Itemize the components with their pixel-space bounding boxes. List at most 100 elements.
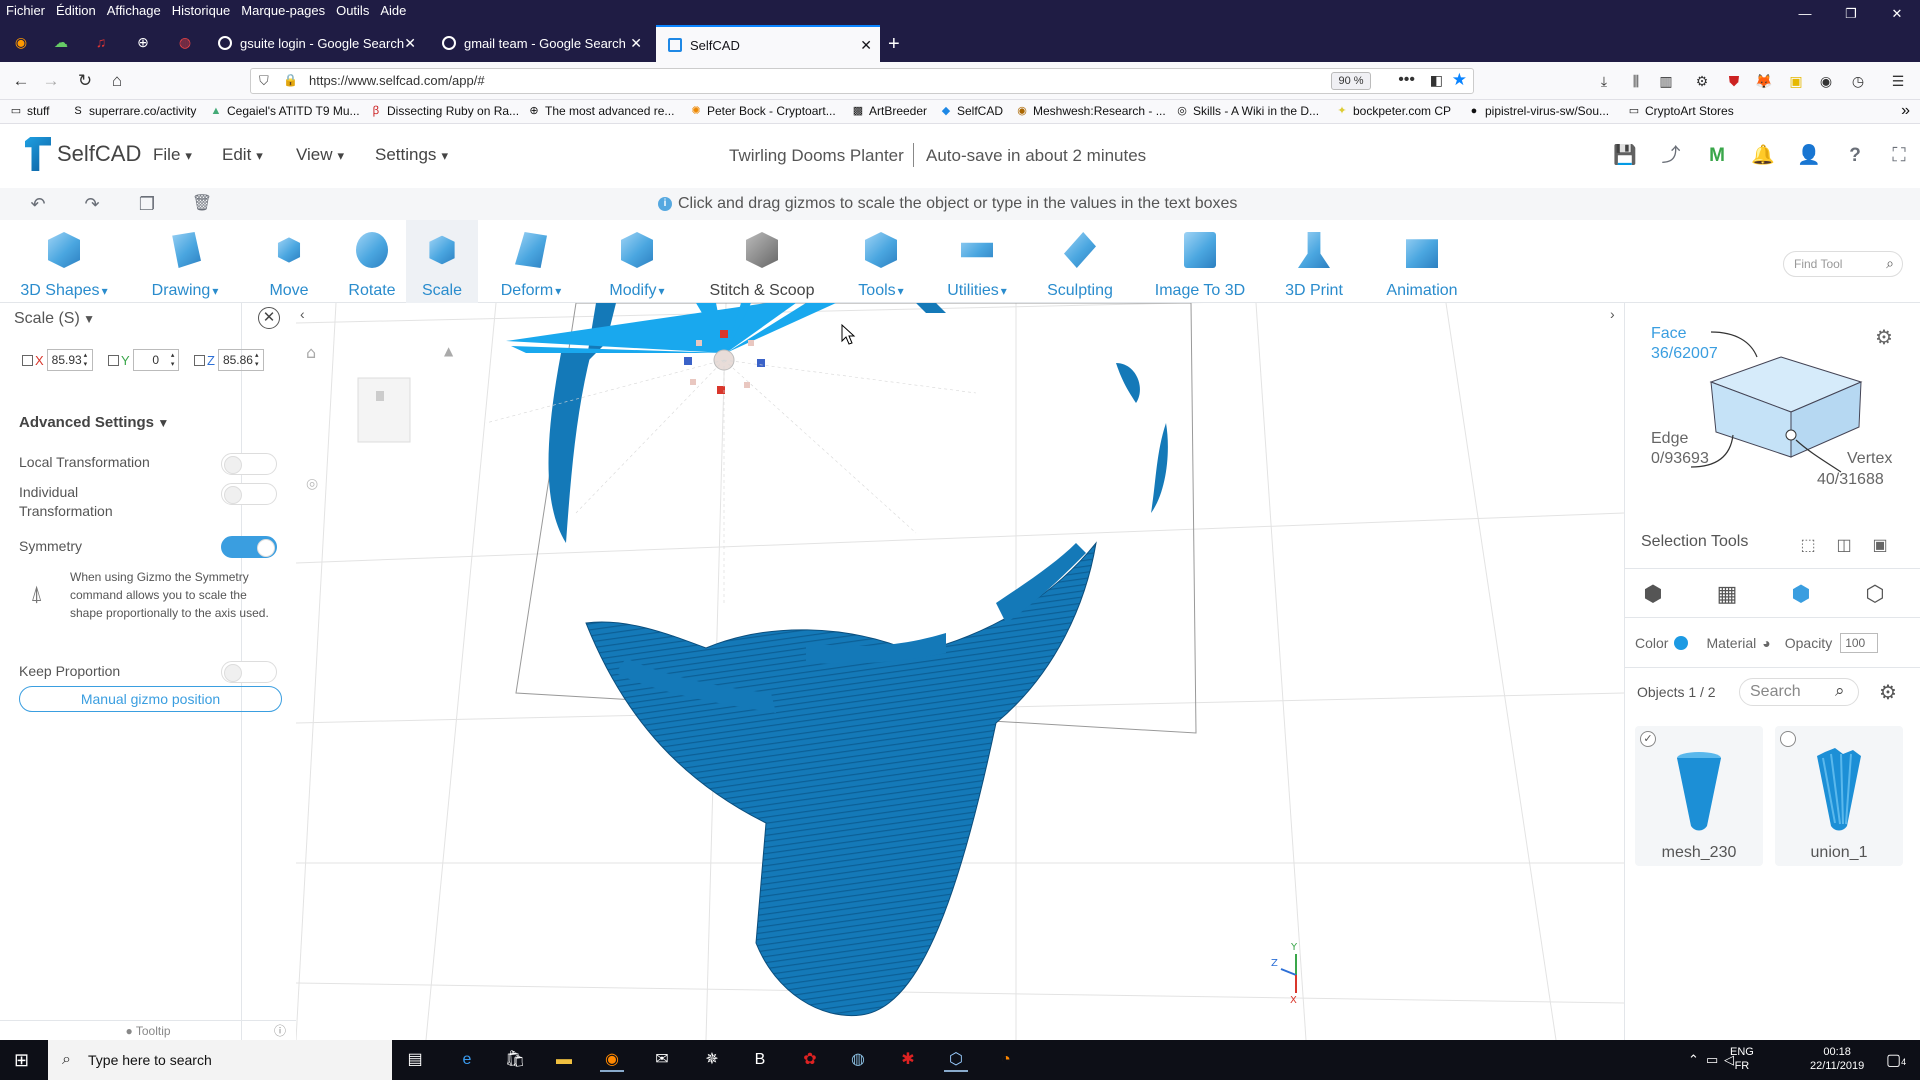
extension-icon[interactable]: ⚙ [1692,71,1712,91]
tool-animation[interactable]: Animation [1376,220,1468,303]
tool-utilities[interactable]: Utilities [936,220,1018,303]
tool-stitch-scoop[interactable]: Stitch & Scoop [702,220,822,303]
lock-icon[interactable]: 🔒 [283,73,298,87]
bookmark-artbreeder[interactable]: ▩ ArtBreeder [852,104,927,118]
tool-3d-shapes[interactable]: 3D Shapes [14,220,114,303]
3d-viewport[interactable]: ⌂ ▲ ◎ Y Z X [296,303,1624,1040]
box-select-icon[interactable]: ⬚ [1797,535,1819,557]
library-icon[interactable]: ⫼ [1626,71,1646,91]
transparent-mode-icon[interactable]: ⬢ [1787,581,1815,607]
z-value-input[interactable]: 85.86 [217,349,264,371]
tab-close-icon[interactable]: ✕ [860,37,872,54]
sidebar-icon[interactable]: ▥ [1656,71,1676,91]
menu-edition[interactable]: Édition [56,3,96,18]
copy-icon[interactable]: ❐ [135,192,159,216]
tool-sculpting[interactable]: Sculpting [1040,220,1120,303]
page-actions-icon[interactable]: ••• [1398,71,1415,89]
tray-chevron-icon[interactable]: ⌃ [1688,1052,1699,1068]
object-card-union-1[interactable]: union_1 [1775,726,1903,866]
menu-aide[interactable]: Aide [380,3,406,18]
tab-gsuite-login[interactable]: gsuite login - Google Search ✕ [206,27,424,59]
task-view-icon[interactable]: ▤ [403,1048,427,1072]
scene-canvas[interactable]: ⌂ ▲ ◎ Y Z X [296,303,1624,1040]
m-icon[interactable]: M [1704,143,1730,169]
bookmark-pipistrel[interactable]: ● pipistrel-virus-sw/Sou... [1468,104,1609,118]
object-checkbox[interactable]: ✓ [1640,731,1656,747]
tab-close-icon[interactable]: ✕ [630,35,642,52]
info-icon[interactable]: ⓘ [274,1021,286,1041]
tooltip-bar[interactable]: ● Tooltip ⓘ [0,1020,296,1040]
selfcad-taskbar-icon[interactable]: ⬡ [944,1048,968,1072]
clock[interactable]: 00:18 22/11/2019 [1810,1045,1864,1073]
object-checkbox[interactable] [1780,731,1796,747]
undo-icon[interactable]: ↶ [26,192,50,216]
x-axis-checkbox[interactable] [22,354,33,366]
tab-close-icon[interactable]: ✕ [404,35,416,52]
home-icon[interactable]: ⌂ [104,69,130,93]
document-title[interactable]: Twirling Dooms Planter [729,146,904,166]
redo-icon[interactable]: ↷ [80,192,104,216]
ublock-icon[interactable]: ⛊ [1724,71,1744,91]
opacity-input[interactable]: 100 [1840,633,1879,653]
account-icon[interactable]: ◉ [1816,71,1836,91]
manual-gizmo-position-button[interactable]: Manual gizmo position [19,686,282,712]
solid-mode-icon[interactable]: ⬢ [1639,581,1667,607]
reload-icon[interactable]: ↻ [72,69,98,93]
view-cube[interactable] [357,377,411,443]
tool-modify[interactable]: Modify [600,220,674,303]
material-icon[interactable]: ◕ [1762,635,1770,651]
zoom-indicator[interactable]: 90 % [1331,72,1371,90]
hamburger-menu-icon[interactable]: ☰ [1888,71,1908,91]
chevron-more-icon[interactable]: » [1901,102,1910,120]
brave-icon[interactable]: B [748,1048,772,1072]
tool-rotate[interactable]: Rotate [334,220,410,303]
user-icon[interactable]: 👤 [1796,143,1822,169]
collapse-right-icon[interactable]: › [1610,306,1615,322]
shield-icon[interactable]: ⛉ [259,73,269,89]
clock-icon[interactable]: ◷ [1848,71,1868,91]
bookmark-cryptoart-stores[interactable]: ▭ CryptoArt Stores [1628,104,1734,118]
bookmark-superrare[interactable]: Ssuperrare.co/activity [72,104,196,118]
trash-icon[interactable]: 🗑 [190,192,214,216]
bookmark-star-icon[interactable]: ★ [1452,70,1467,90]
notes-icon[interactable]: ▣ [1786,71,1806,91]
local-transformation-toggle[interactable] [221,453,277,475]
find-tool-input[interactable]: Find Tool ⌕ [1783,251,1903,277]
taskbar-search-input[interactable]: ⌕ Type here to search [48,1040,392,1080]
language-indicator[interactable]: ENG FR [1730,1045,1754,1073]
save-icon[interactable]: 💾 [1612,143,1638,169]
search-icon[interactable]: ⌕ [1835,681,1845,701]
tool-deform[interactable]: Deform [494,220,568,303]
tool-image-to-3d[interactable]: Image To 3D [1146,220,1254,303]
windows-start-icon[interactable]: ⊞ [14,1050,29,1071]
globe-pinned-icon[interactable]: ⊕ [130,29,156,55]
spider-icon[interactable]: ✱ [896,1048,920,1072]
firefox-taskbar-icon[interactable]: ◉ [600,1048,624,1072]
url-bar[interactable]: ⛉ 🔒 https://www.selfcad.com/app/# 90 % •… [250,68,1474,94]
tab-selfcad[interactable]: SelfCAD ✕ [656,25,880,63]
tool-move[interactable]: Move [254,220,324,303]
bookmark-cegaiel[interactable]: ▲ Cegaiel's ATITD T9 Mu... [210,104,360,118]
cloud-pinned-icon[interactable]: ☁ [48,29,74,55]
tool-3d-print[interactable]: 3D Print [1274,220,1354,303]
fullscreen-icon[interactable]: ⛶ [1886,143,1912,169]
menu-outils[interactable]: Outils [336,3,369,18]
bookmark-most-advanced[interactable]: ⊕ The most advanced re... [528,104,674,118]
menu-fichier[interactable]: Fichier [6,3,45,18]
tool-tools[interactable]: Tools [844,220,918,303]
edge-browser-icon[interactable]: e [455,1048,479,1072]
raspberry-icon[interactable]: ✿ [798,1048,822,1072]
back-icon[interactable]: ← [8,69,34,93]
object-card-mesh-230[interactable]: ✓ mesh_230 [1635,726,1763,866]
notifications-icon[interactable]: ▢4 [1886,1050,1906,1070]
tool-scale[interactable]: Scale [406,220,478,303]
lastfm-pinned-icon[interactable]: ♫ [88,29,114,55]
steam-icon[interactable]: ◍ [846,1048,870,1072]
help-icon[interactable]: ? [1842,143,1868,169]
file-explorer-icon[interactable]: ▬ [552,1048,576,1072]
file-menu[interactable]: File [153,145,192,165]
bookmark-selfcad[interactable]: ◆ SelfCAD [940,104,1003,118]
keep-proportion-toggle[interactable] [221,661,277,683]
pocket-icon[interactable]: ◧ [1430,72,1443,89]
vpn-pinned-icon[interactable]: ◍ [172,29,198,55]
